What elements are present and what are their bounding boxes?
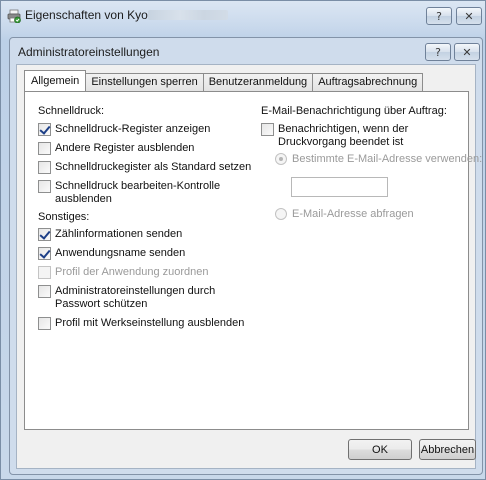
sonstiges-heading: Sonstiges: [38, 211, 90, 223]
checkbox-label: Andere Register ausblenden [55, 142, 195, 154]
tab-einstellungen-sperren[interactable]: Einstellungen sperren [86, 73, 204, 91]
tab-strip: Allgemein Einstellungen sperren Benutzer… [24, 70, 424, 92]
ok-button[interactable]: OK [348, 439, 412, 460]
checkbox-schnelldruck-register-anzeigen[interactable]: Schnelldruck-Register anzeigen [38, 123, 210, 136]
checkbox-box [38, 266, 51, 279]
printer-properties-icon [7, 9, 21, 23]
checkbox-label: Schnelldruck bearbeiten-Kontrolle ausble… [55, 180, 220, 206]
checkbox-label: Anwendungsname senden [55, 247, 186, 259]
tab-panel-allgemein: Schnelldruck: Schnelldruck-Register anze… [24, 91, 482, 430]
checkbox-box[interactable] [38, 228, 51, 241]
radio-label: E-Mail-Adresse abfragen [292, 208, 414, 220]
radio-bestimmte-email: Bestimmte E-Mail-Adresse verwenden: [275, 153, 482, 165]
checkbox-box[interactable] [38, 123, 51, 136]
dialog-help-button[interactable]: ? [425, 43, 451, 61]
checkbox-profil-werkseinstellung-ausblenden[interactable]: Profil mit Werkseinstellung ausblenden [38, 317, 244, 330]
checkbox-andere-register-ausblenden[interactable]: Andere Register ausblenden [38, 142, 194, 155]
checkbox-profil-anwendung-zuordnen: Profil der Anwendung zuordnen [38, 266, 209, 279]
close-icon: ✕ [464, 9, 474, 23]
checkbox-box[interactable] [38, 317, 51, 330]
cancel-button[interactable]: Abbrechen [419, 439, 476, 460]
radio-button [275, 153, 287, 165]
checkbox-label-line1: Administratoreinstellungen durch [55, 285, 216, 297]
checkbox-label: Profil mit Werkseinstellung ausblenden [55, 317, 245, 329]
checkbox-box[interactable] [38, 285, 51, 298]
admin-settings-dialog: Administratoreinstellungen ? ✕ Allgemein… [9, 37, 483, 475]
checkbox-zaehlinformationen-senden[interactable]: Zählinformationen senden [38, 228, 182, 241]
checkbox-bearbeiten-kontrolle-ausblenden[interactable]: Schnelldruck bearbeiten-Kontrolle ausble… [38, 180, 220, 206]
checkbox-label-line1: Benachrichtigen, wenn der [278, 123, 409, 135]
radio-button [275, 208, 287, 220]
outer-properties-window: Eigenschaften von Kyocera ? ✕ Administra… [0, 0, 486, 480]
checkbox-label-line2: ausblenden [55, 193, 112, 205]
tab-benutzeranmeldung[interactable]: Benutzeranmeldung [203, 73, 314, 91]
checkbox-anwendungsname-senden[interactable]: Anwendungsname senden [38, 247, 185, 260]
schnelldruck-heading: Schnelldruck: [38, 105, 105, 117]
checkbox-box[interactable] [261, 123, 274, 136]
close-icon: ✕ [462, 45, 472, 59]
checkbox-schnelldruck-als-standard[interactable]: Schnelldruckegister als Standard setzen [38, 161, 251, 174]
outer-close-button[interactable]: ✕ [456, 7, 482, 25]
checkbox-label: Schnelldruck-Register anzeigen [55, 123, 211, 135]
radio-label: Bestimmte E-Mail-Adresse verwenden: [292, 153, 483, 165]
checkbox-label: Profil der Anwendung zuordnen [55, 266, 209, 278]
checkbox-box[interactable] [38, 180, 51, 193]
dialog-titlebar[interactable]: Administratoreinstellungen ? ✕ [10, 38, 482, 64]
help-icon: ? [436, 9, 442, 23]
checkbox-label: Schnelldruckegister als Standard setzen [55, 161, 252, 173]
tab-auftragsabrechnung[interactable]: Auftragsabrechnung [313, 73, 424, 91]
dialog-title: Administratoreinstellungen [18, 45, 160, 59]
checkbox-passwort-schuetzen[interactable]: Administratoreinstellungen durch Passwor… [38, 285, 215, 311]
checkbox-label: Benachrichtigen, wenn der Druckvorgang b… [278, 123, 408, 149]
radio-email-abfragen: E-Mail-Adresse abfragen [275, 208, 414, 220]
checkbox-label: Zählinformationen senden [55, 228, 183, 240]
checkbox-label-line2: Passwort schützen [55, 298, 148, 310]
checkbox-box[interactable] [38, 142, 51, 155]
checkbox-label-line2: Druckvorgang beendet ist [278, 136, 404, 148]
email-address-input [291, 177, 388, 197]
email-heading: E-Mail-Benachrichtigung über Auftrag: [261, 105, 447, 117]
help-icon: ? [435, 45, 441, 59]
outer-help-button[interactable]: ? [426, 7, 452, 25]
dialog-client-area: Allgemein Einstellungen sperren Benutzer… [16, 64, 482, 469]
checkbox-benachrichtigen[interactable]: Benachrichtigen, wenn der Druckvorgang b… [261, 123, 408, 149]
checkbox-label: Administratoreinstellungen durch Passwor… [55, 285, 215, 311]
redacted-title-part [148, 10, 228, 20]
checkbox-box[interactable] [38, 161, 51, 174]
dialog-close-button[interactable]: ✕ [454, 43, 480, 61]
tab-allgemein[interactable]: Allgemein [24, 70, 87, 91]
checkbox-label-line1: Schnelldruck bearbeiten-Kontrolle [55, 180, 221, 192]
checkbox-box[interactable] [38, 247, 51, 260]
outer-titlebar[interactable]: Eigenschaften von Kyocera ? ✕ [1, 1, 485, 29]
